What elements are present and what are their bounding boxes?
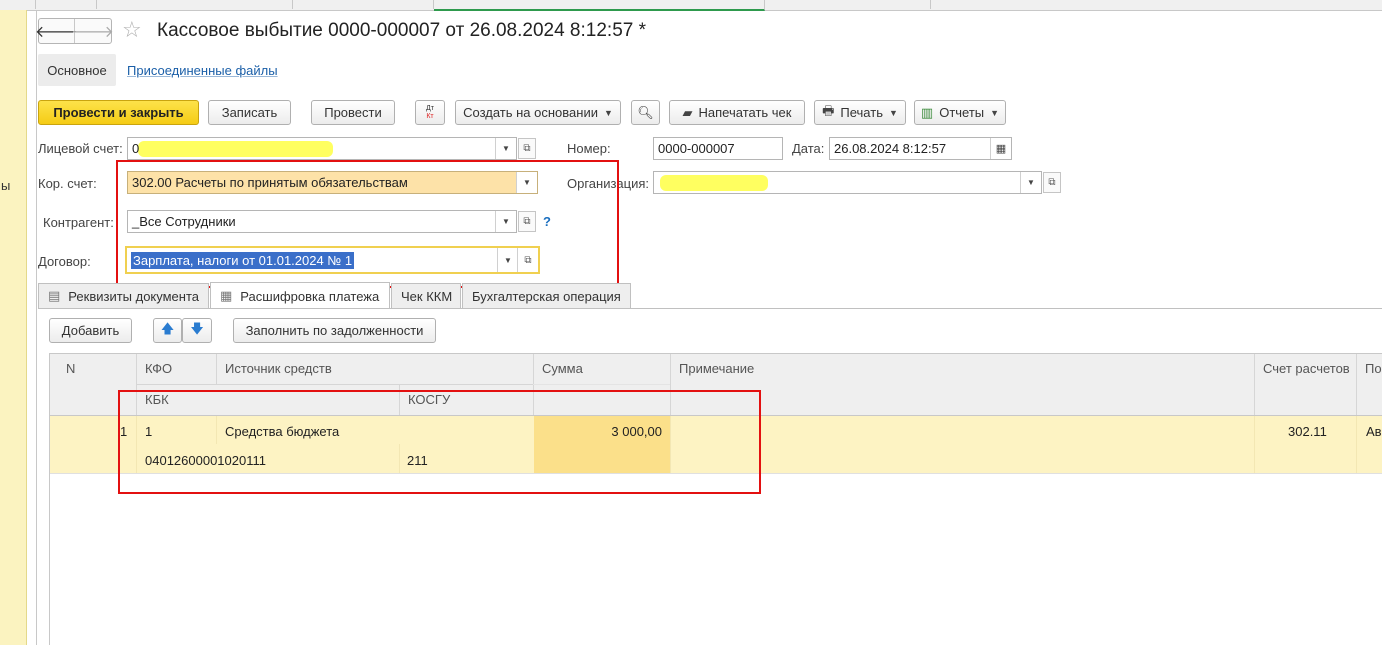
create-based-on-label: Создать на основании: [463, 105, 598, 120]
redaction-highlight: [138, 141, 333, 157]
left-side-panel: ы: [0, 10, 27, 645]
tab-label: Реквизиты документа: [68, 288, 200, 304]
window-tab[interactable]: [0, 0, 36, 9]
redaction-highlight: [660, 175, 768, 191]
number-value: 0000-000007: [658, 141, 735, 156]
cash-register-icon: ▰: [682, 104, 693, 120]
grid-line: [136, 384, 533, 385]
post-button[interactable]: Провести: [311, 100, 395, 125]
move-up-arrow-icon[interactable]: 🡅: [153, 318, 182, 343]
header-n[interactable]: N: [58, 354, 138, 384]
print-label: Печать: [840, 105, 883, 120]
number-field[interactable]: 0000-000007: [653, 137, 783, 160]
magnifier-icon: 🔍︎: [637, 104, 654, 120]
print-check-button[interactable]: ▰ Напечатать чек: [669, 100, 805, 125]
annotation-box: [118, 390, 761, 494]
grid-line: [1356, 416, 1357, 473]
kor-account-label: Кор. счет:: [38, 176, 97, 191]
report-chart-icon: ▥: [920, 104, 934, 120]
grid-line: [216, 354, 217, 384]
open-link-icon[interactable]: ⧉: [518, 138, 536, 159]
chevron-down-icon[interactable]: ▼: [1020, 172, 1041, 193]
dt-kt-button[interactable]: Дт Кт: [415, 100, 445, 125]
chevron-down-icon: ▼: [888, 107, 898, 118]
organization-field[interactable]: ▼: [653, 171, 1042, 194]
history-nav: 🡐 🡒: [35, 18, 114, 44]
window-tab[interactable]: [765, 0, 931, 9]
tab-payment-breakdown[interactable]: ▦ Расшифровка платежа: [210, 282, 390, 309]
chevron-down-icon: ▼: [603, 107, 613, 118]
date-field[interactable]: 26.08.2024 8:12:57 ▦: [829, 137, 1012, 160]
account-value: 0: [132, 141, 140, 156]
print-button[interactable]: 🖶 Печать ▼: [814, 100, 906, 125]
printer-icon: 🖶: [822, 102, 835, 118]
cell-po[interactable]: Ав: [1366, 424, 1382, 439]
tab-label: Бухгалтерская операция: [472, 288, 621, 304]
dt-kt-icon-top: Дт: [426, 104, 434, 112]
search-button[interactable]: 🔍︎: [631, 100, 660, 125]
header-note[interactable]: Примечание: [671, 354, 971, 384]
favorite-star-icon[interactable]: ☆: [122, 17, 142, 43]
tab-kkm-check[interactable]: Чек ККМ: [391, 283, 461, 308]
add-row-button[interactable]: Добавить: [49, 318, 132, 343]
back-arrow-icon[interactable]: 🡐: [35, 19, 78, 43]
annotation-box: [116, 160, 619, 288]
post-and-close-button[interactable]: Провести и закрыть: [38, 100, 199, 125]
grid-line: [533, 384, 670, 385]
header-sum[interactable]: Сумма: [534, 354, 664, 384]
open-link-icon[interactable]: ⧉: [1043, 172, 1061, 193]
calendar-icon[interactable]: ▦: [990, 138, 1011, 159]
move-down-arrow-icon[interactable]: 🡇: [182, 318, 212, 343]
chevron-down-icon[interactable]: ▼: [495, 138, 516, 159]
grid-line: [1254, 354, 1255, 415]
tab-divider: [38, 308, 1382, 309]
chevron-down-icon: ▼: [990, 107, 1000, 118]
grid-line: [1254, 416, 1255, 473]
form-tab-attached-files[interactable]: Присоединенные файлы: [127, 63, 278, 78]
dt-kt-icon-bottom: Кт: [426, 112, 434, 120]
account-field[interactable]: 0 ▼: [127, 137, 517, 160]
tab-label: Чек ККМ: [401, 288, 453, 304]
reports-button[interactable]: ▥ Отчеты ▼: [914, 100, 1006, 125]
left-panel-text: ы: [1, 178, 11, 193]
save-button[interactable]: Записать: [208, 100, 291, 125]
contract-label: Договор:: [38, 254, 91, 269]
print-check-label: Напечатать чек: [698, 105, 792, 120]
form-tab-main[interactable]: Основное: [38, 54, 116, 86]
cell-account[interactable]: 302.11: [1288, 424, 1327, 439]
reports-label: Отчеты: [939, 105, 985, 120]
create-based-on-button[interactable]: Создать на основании ▼: [455, 100, 621, 125]
account-label: Лицевой счет:: [38, 141, 123, 156]
header-account[interactable]: Счет расчетов: [1255, 354, 1365, 384]
number-label: Номер:: [567, 141, 611, 156]
fill-by-debt-button[interactable]: Заполнить по задолженности: [233, 318, 436, 343]
tab-accounting-operation[interactable]: Бухгалтерская операция: [462, 283, 631, 308]
grid-line: [1356, 354, 1357, 415]
tab-document-details[interactable]: ▤ Реквизиты документа: [38, 283, 209, 308]
window-tab[interactable]: [97, 0, 293, 9]
date-value: 26.08.2024 8:12:57: [834, 141, 947, 156]
document-title: Кассовое выбытие 0000-000007 от 26.08.20…: [157, 20, 646, 41]
header-po[interactable]: По: [1357, 354, 1382, 384]
table-icon: ▦: [220, 288, 233, 303]
header-kfo[interactable]: КФО: [137, 354, 217, 384]
window-tab[interactable]: [293, 0, 434, 9]
contractor-label: Контрагент:: [43, 215, 114, 230]
tab-label: Расшифровка платежа: [240, 288, 380, 304]
date-label: Дата:: [792, 141, 825, 156]
document-icon: ▤: [48, 288, 61, 303]
window-tab[interactable]: [36, 0, 97, 9]
forward-arrow-icon[interactable]: 🡒: [71, 19, 114, 43]
header-source[interactable]: Источник средств: [217, 354, 517, 384]
